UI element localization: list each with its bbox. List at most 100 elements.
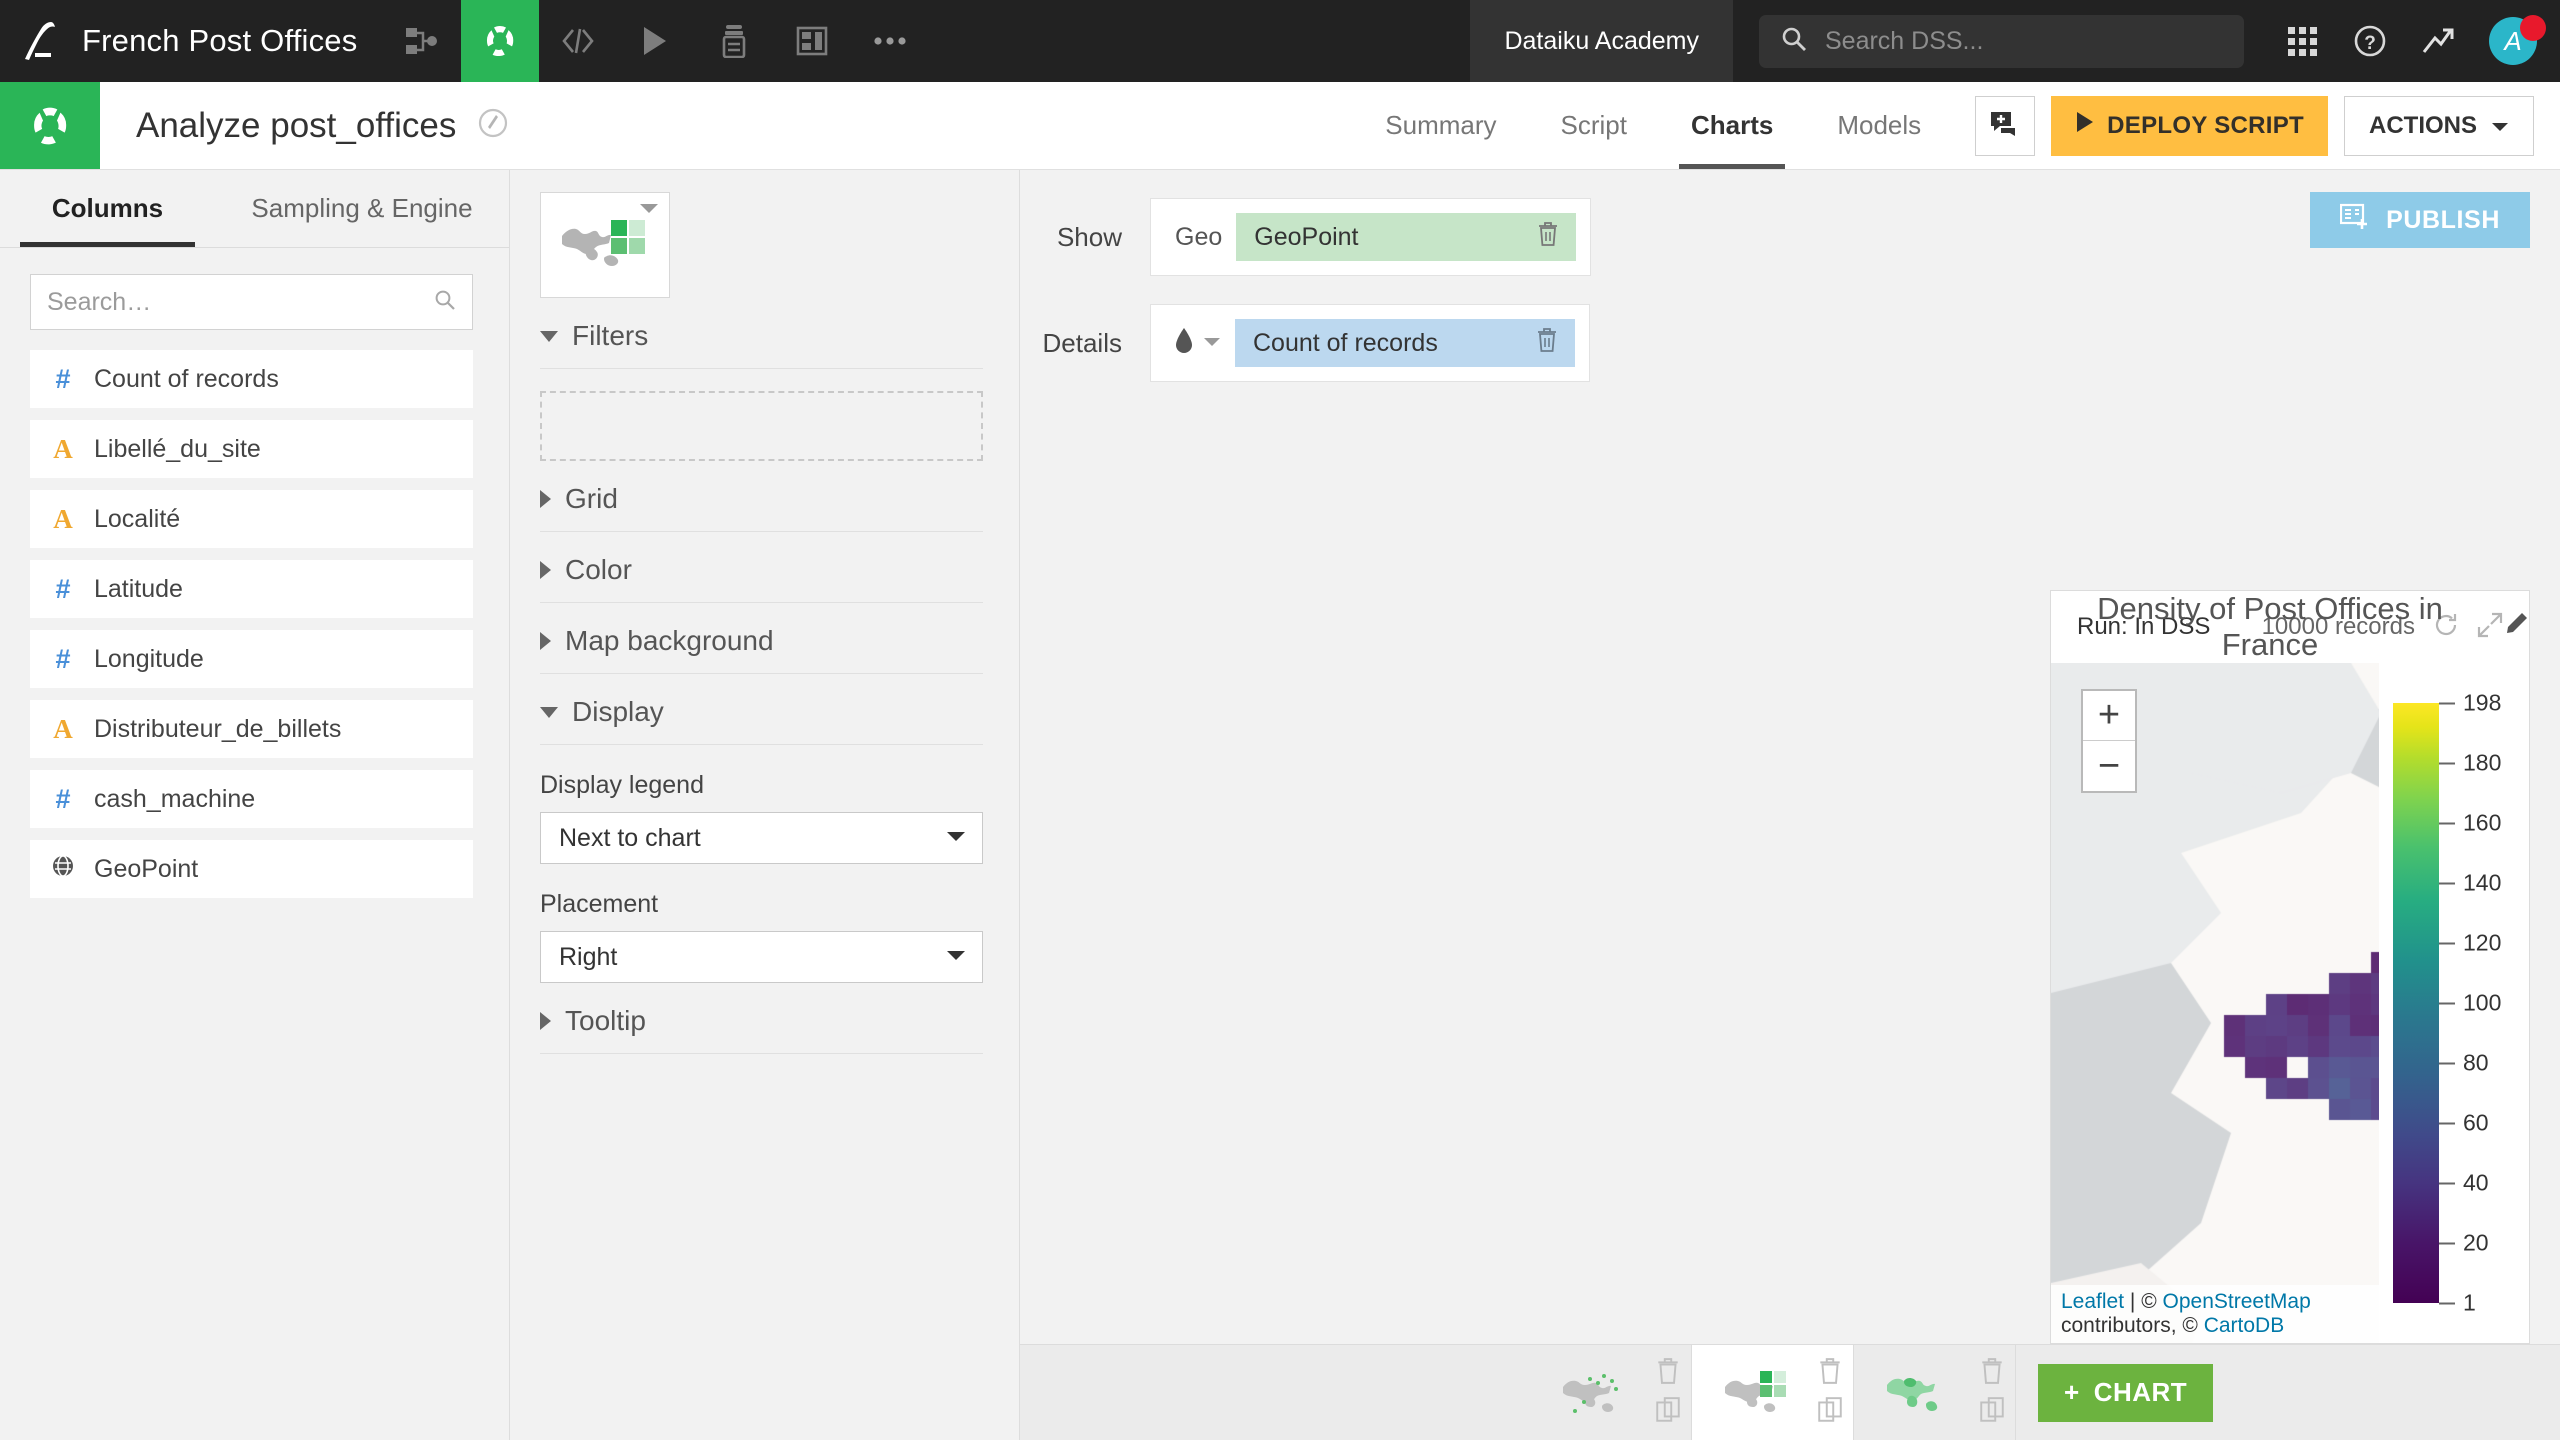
- filters-dropzone[interactable]: [540, 391, 983, 461]
- section-display-header[interactable]: Display: [540, 674, 983, 745]
- play-triangle-icon: [2075, 111, 2095, 140]
- details-dropzone[interactable]: Count of records: [1150, 304, 1590, 382]
- tab-charts[interactable]: Charts: [1659, 82, 1805, 169]
- placement-select[interactable]: Right: [540, 931, 983, 983]
- copy-icon[interactable]: [1979, 1396, 2005, 1429]
- leaflet-map[interactable]: LONDONTHENETHERLANDSBERLINBELGIUMGERMANY…: [2051, 663, 2379, 1343]
- map-zoom-controls: + −: [2081, 689, 2137, 793]
- list-item[interactable]: # Longitude: [30, 630, 473, 688]
- column-search-input[interactable]: Search…: [30, 274, 473, 330]
- run-engine-label[interactable]: Run: In DSS: [2077, 613, 2210, 641]
- trash-icon[interactable]: [1655, 1357, 1681, 1390]
- list-item[interactable]: A Localité: [30, 490, 473, 548]
- apps-grid-icon[interactable]: [2270, 9, 2334, 73]
- trash-icon[interactable]: [1979, 1357, 2005, 1390]
- world-scatter-icon: [1546, 1369, 1647, 1417]
- jobs-play-icon[interactable]: [617, 0, 695, 82]
- chevron-down-icon[interactable]: [1203, 334, 1221, 352]
- project-name[interactable]: French Post Offices: [82, 0, 383, 82]
- pencil-icon[interactable]: [2503, 609, 2529, 645]
- chevron-down-icon: [2491, 112, 2509, 140]
- section-color: Color: [540, 532, 983, 603]
- list-item[interactable]: A Libellé_du_site: [30, 420, 473, 478]
- chart-type-selector[interactable]: [540, 192, 670, 298]
- copy-icon[interactable]: [1655, 1396, 1681, 1429]
- actions-button[interactable]: ACTIONS: [2344, 95, 2534, 156]
- search-input[interactable]: Search DSS...: [1759, 14, 2244, 68]
- display-legend-select[interactable]: Next to chart: [540, 812, 983, 864]
- leaflet-link[interactable]: Leaflet: [2061, 1290, 2124, 1313]
- list-item[interactable]: GeoPoint: [30, 840, 473, 898]
- dataiku-bird-logo[interactable]: [0, 0, 82, 82]
- add-discussion-icon[interactable]: [1975, 95, 2036, 156]
- copy-icon[interactable]: [1817, 1396, 1843, 1429]
- refresh-icon[interactable]: [2433, 612, 2459, 643]
- section-display: Display Display legend Next to chart Pla…: [540, 674, 983, 983]
- section-grid-header[interactable]: Grid: [540, 461, 983, 532]
- list-item[interactable]: # cash_machine: [30, 770, 473, 828]
- flow-icon[interactable]: [383, 0, 461, 82]
- trash-icon[interactable]: [1536, 221, 1560, 254]
- map-attribution: Leaflet | © OpenStreetMap contributors, …: [2051, 1285, 2379, 1343]
- tab-sampling-engine[interactable]: Sampling & Engine: [215, 170, 509, 247]
- section-filters: Filters: [540, 298, 983, 461]
- list-item[interactable]: # Latitude: [30, 560, 473, 618]
- publish-button[interactable]: PUBLISH: [2310, 192, 2530, 248]
- section-tooltip-header[interactable]: Tooltip: [540, 983, 983, 1054]
- trending-up-icon[interactable]: [2406, 9, 2470, 73]
- lab-notebook-icon[interactable]: [695, 0, 773, 82]
- placement-label: Placement: [540, 890, 659, 918]
- list-item[interactable]: A Distributeur_de_billets: [30, 700, 473, 758]
- academy-link[interactable]: Dataiku Academy: [1470, 0, 1733, 82]
- deploy-script-button[interactable]: DEPLOY SCRIPT: [2051, 95, 2328, 156]
- lab-icon[interactable]: [0, 82, 100, 169]
- tab-columns[interactable]: Columns: [0, 170, 215, 247]
- section-label: Filters: [572, 320, 649, 351]
- bottombar-spacer: [1020, 1345, 1530, 1440]
- tab-script[interactable]: Script: [1529, 82, 1659, 169]
- chart-tab-filled-map[interactable]: [1854, 1345, 2016, 1440]
- zoom-out-button[interactable]: −: [2083, 741, 2135, 791]
- details-dropzone-row: Details Count of records: [1020, 304, 2560, 382]
- zoom-in-button[interactable]: +: [2083, 691, 2135, 741]
- tab-summary[interactable]: Summary: [1353, 82, 1528, 169]
- section-color-header[interactable]: Color: [540, 532, 983, 603]
- show-dropzone[interactable]: Geo GeoPoint: [1150, 198, 1592, 276]
- triangle-right-icon: [540, 1012, 551, 1030]
- avatar[interactable]: A: [2478, 9, 2548, 73]
- trash-icon[interactable]: [1535, 327, 1559, 360]
- chevron-down-icon: [946, 948, 966, 966]
- insight-publish-icon[interactable]: [476, 106, 510, 145]
- attrib-contributors: contributors, ©: [2061, 1314, 2204, 1337]
- section-filters-header[interactable]: Filters: [540, 298, 983, 369]
- help-question-icon[interactable]: ?: [2338, 9, 2402, 73]
- legend-tick: 140: [2439, 870, 2501, 897]
- geo-pill-label: GeoPoint: [1254, 222, 1359, 251]
- section-map-background-header[interactable]: Map background: [540, 603, 983, 674]
- geo-pill[interactable]: GeoPoint: [1236, 213, 1577, 261]
- expand-arrows-icon[interactable]: [2477, 612, 2503, 643]
- column-name: Count of records: [94, 364, 279, 393]
- chart-tab-density-map[interactable]: [1692, 1345, 1854, 1440]
- chart-tab-tools: [1817, 1357, 1843, 1429]
- measure-pill[interactable]: Count of records: [1235, 319, 1575, 367]
- section-tooltip: Tooltip: [540, 983, 983, 1054]
- legend-tick: 160: [2439, 810, 2501, 837]
- tab-models[interactable]: Models: [1805, 82, 1953, 169]
- list-item[interactable]: # Count of records: [30, 350, 473, 408]
- dashboard-icon[interactable]: [773, 0, 851, 82]
- cartodb-link[interactable]: CartoDB: [2204, 1314, 2285, 1337]
- more-ellipsis-icon[interactable]: [851, 0, 929, 82]
- world-filled-icon: [1870, 1369, 1971, 1417]
- trash-icon[interactable]: [1817, 1357, 1843, 1390]
- type-string-icon: A: [53, 713, 73, 744]
- add-chart-button[interactable]: + CHART: [2038, 1363, 2214, 1422]
- chart-tab-scatter-map[interactable]: [1530, 1345, 1692, 1440]
- section-label: Color: [565, 554, 632, 585]
- lab-icon[interactable]: [461, 0, 540, 82]
- droplet-icon[interactable]: [1173, 327, 1195, 360]
- openstreetmap-link[interactable]: OpenStreetMap: [2163, 1290, 2311, 1313]
- chart-tab-tools: [1979, 1357, 2005, 1429]
- chart-header-right: 10000 records: [2262, 612, 2503, 643]
- code-icon[interactable]: [539, 0, 617, 82]
